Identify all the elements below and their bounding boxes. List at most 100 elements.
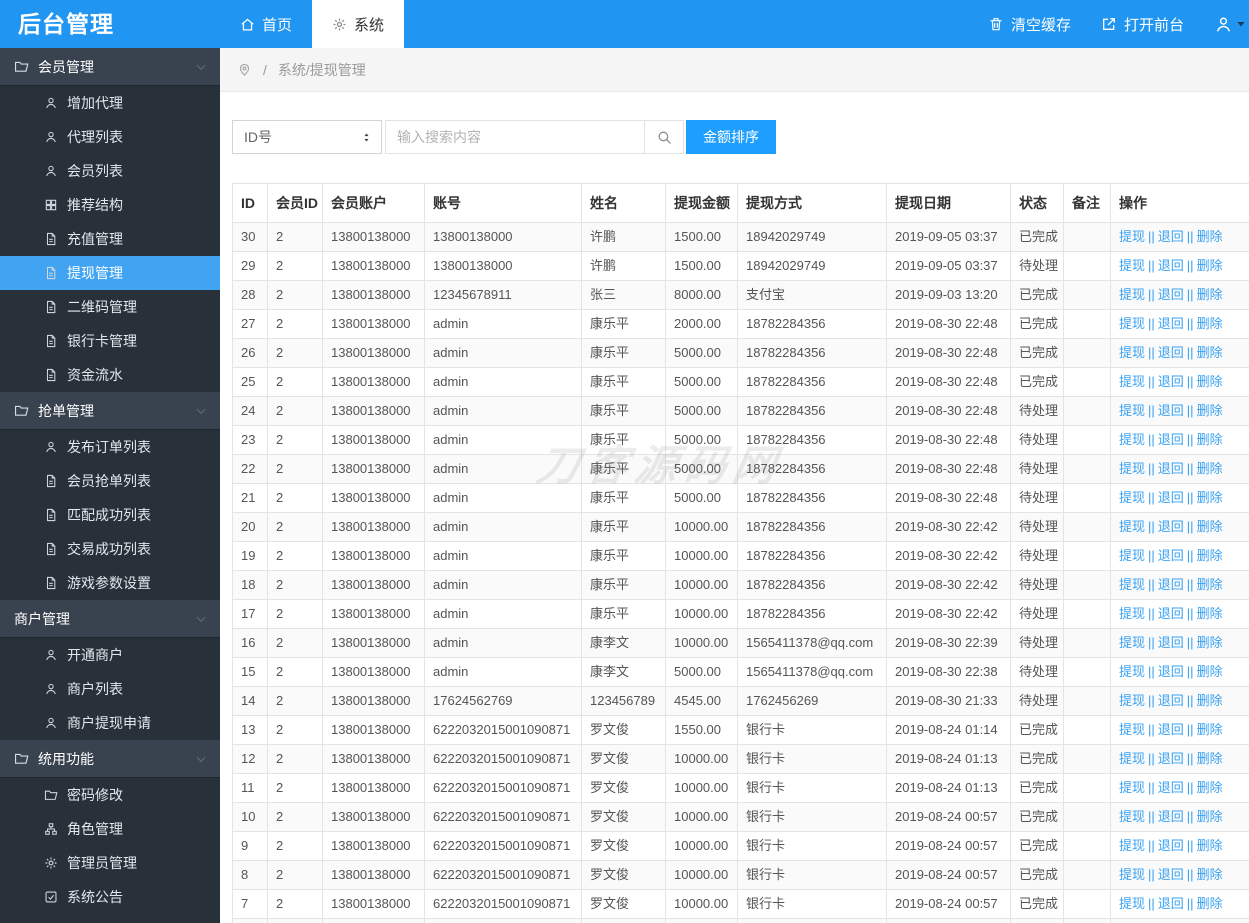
op-delete-link[interactable]: 删除 — [1197, 635, 1223, 650]
op-withdraw-link[interactable]: 提现 — [1119, 345, 1145, 360]
sidebar-item-referral-structure[interactable]: 推荐结构 — [0, 188, 220, 222]
op-withdraw-link[interactable]: 提现 — [1119, 229, 1145, 244]
op-delete-link[interactable]: 删除 — [1197, 780, 1223, 795]
sidebar-item-withdraw-management[interactable]: 提现管理 — [0, 256, 220, 290]
op-withdraw-link[interactable]: 提现 — [1119, 403, 1145, 418]
op-delete-link[interactable]: 删除 — [1197, 490, 1223, 505]
sidebar-item-open-merchant[interactable]: 开通商户 — [0, 638, 220, 672]
op-return-link[interactable]: 退回 — [1158, 635, 1184, 650]
sidebar-item-admin-management[interactable]: 管理员管理 — [0, 846, 220, 880]
sidebar-item-bankcard-management[interactable]: 银行卡管理 — [0, 324, 220, 358]
op-return-link[interactable]: 退回 — [1158, 287, 1184, 302]
op-withdraw-link[interactable]: 提现 — [1119, 519, 1145, 534]
op-return-link[interactable]: 退回 — [1158, 258, 1184, 273]
sidebar-item-system-notice[interactable]: 系统公告 — [0, 880, 220, 914]
op-return-link[interactable]: 退回 — [1158, 838, 1184, 853]
sidebar-item-add-agent[interactable]: 增加代理 — [0, 86, 220, 120]
op-delete-link[interactable]: 删除 — [1197, 229, 1223, 244]
op-return-link[interactable]: 退回 — [1158, 664, 1184, 679]
op-delete-link[interactable]: 删除 — [1197, 838, 1223, 853]
op-delete-link[interactable]: 删除 — [1197, 316, 1223, 331]
op-delete-link[interactable]: 删除 — [1197, 606, 1223, 621]
search-input[interactable] — [385, 120, 645, 154]
op-withdraw-link[interactable]: 提现 — [1119, 287, 1145, 302]
op-delete-link[interactable]: 删除 — [1197, 519, 1223, 534]
op-return-link[interactable]: 退回 — [1158, 461, 1184, 476]
op-withdraw-link[interactable]: 提现 — [1119, 867, 1145, 882]
amount-sort-button[interactable]: 金额排序 — [686, 120, 776, 154]
op-return-link[interactable]: 退回 — [1158, 606, 1184, 621]
op-withdraw-link[interactable]: 提现 — [1119, 896, 1145, 911]
op-return-link[interactable]: 退回 — [1158, 374, 1184, 389]
op-return-link[interactable]: 退回 — [1158, 229, 1184, 244]
sidebar-section-member-management[interactable]: 会员管理 — [0, 48, 220, 86]
tab-system[interactable]: 系统 — [312, 0, 404, 48]
op-return-link[interactable]: 退回 — [1158, 809, 1184, 824]
sidebar-item-role-management[interactable]: 角色管理 — [0, 812, 220, 846]
op-delete-link[interactable]: 删除 — [1197, 664, 1223, 679]
tab-home[interactable]: 首页 — [220, 0, 312, 48]
op-delete-link[interactable]: 删除 — [1197, 461, 1223, 476]
sidebar-section-order-grab-management[interactable]: 抢单管理 — [0, 392, 220, 430]
op-return-link[interactable]: 退回 — [1158, 867, 1184, 882]
sidebar-item-publish-order-list[interactable]: 发布订单列表 — [0, 430, 220, 464]
sidebar-item-agent-list[interactable]: 代理列表 — [0, 120, 220, 154]
sidebar-item-trade-success-list[interactable]: 交易成功列表 — [0, 532, 220, 566]
op-delete-link[interactable]: 删除 — [1197, 809, 1223, 824]
op-delete-link[interactable]: 删除 — [1197, 287, 1223, 302]
op-withdraw-link[interactable]: 提现 — [1119, 838, 1145, 853]
op-return-link[interactable]: 退回 — [1158, 780, 1184, 795]
op-delete-link[interactable]: 删除 — [1197, 374, 1223, 389]
sidebar-item-qrcode-management[interactable]: 二维码管理 — [0, 290, 220, 324]
op-withdraw-link[interactable]: 提现 — [1119, 722, 1145, 737]
sidebar-section-merchant-management[interactable]: 商户管理 — [0, 600, 220, 638]
op-return-link[interactable]: 退回 — [1158, 316, 1184, 331]
op-return-link[interactable]: 退回 — [1158, 519, 1184, 534]
op-return-link[interactable]: 退回 — [1158, 722, 1184, 737]
op-delete-link[interactable]: 删除 — [1197, 693, 1223, 708]
op-withdraw-link[interactable]: 提现 — [1119, 635, 1145, 650]
op-withdraw-link[interactable]: 提现 — [1119, 374, 1145, 389]
op-withdraw-link[interactable]: 提现 — [1119, 606, 1145, 621]
user-menu[interactable] — [1214, 15, 1247, 34]
op-return-link[interactable]: 退回 — [1158, 548, 1184, 563]
op-withdraw-link[interactable]: 提现 — [1119, 258, 1145, 273]
op-delete-link[interactable]: 删除 — [1197, 751, 1223, 766]
op-delete-link[interactable]: 删除 — [1197, 722, 1223, 737]
op-return-link[interactable]: 退回 — [1158, 896, 1184, 911]
open-frontend-button[interactable]: 打开前台 — [1101, 14, 1184, 35]
op-withdraw-link[interactable]: 提现 — [1119, 664, 1145, 679]
op-withdraw-link[interactable]: 提现 — [1119, 316, 1145, 331]
op-delete-link[interactable]: 删除 — [1197, 548, 1223, 563]
sidebar-item-recharge-management[interactable]: 充值管理 — [0, 222, 220, 256]
sidebar-item-match-success-list[interactable]: 匹配成功列表 — [0, 498, 220, 532]
sidebar-item-merchant-list[interactable]: 商户列表 — [0, 672, 220, 706]
op-return-link[interactable]: 退回 — [1158, 432, 1184, 447]
op-withdraw-link[interactable]: 提现 — [1119, 809, 1145, 824]
sidebar-item-merchant-withdraw-request[interactable]: 商户提现申请 — [0, 706, 220, 740]
op-delete-link[interactable]: 删除 — [1197, 403, 1223, 418]
op-withdraw-link[interactable]: 提现 — [1119, 780, 1145, 795]
sidebar-item-password-change[interactable]: 密码修改 — [0, 778, 220, 812]
op-return-link[interactable]: 退回 — [1158, 403, 1184, 418]
op-withdraw-link[interactable]: 提现 — [1119, 693, 1145, 708]
op-return-link[interactable]: 退回 — [1158, 577, 1184, 592]
op-withdraw-link[interactable]: 提现 — [1119, 577, 1145, 592]
sidebar-item-game-params-settings[interactable]: 游戏参数设置 — [0, 566, 220, 600]
sidebar-item-member-grab-list[interactable]: 会员抢单列表 — [0, 464, 220, 498]
op-delete-link[interactable]: 删除 — [1197, 258, 1223, 273]
op-delete-link[interactable]: 删除 — [1197, 577, 1223, 592]
sidebar-item-member-list[interactable]: 会员列表 — [0, 154, 220, 188]
op-return-link[interactable]: 退回 — [1158, 345, 1184, 360]
op-withdraw-link[interactable]: 提现 — [1119, 751, 1145, 766]
clear-cache-button[interactable]: 清空缓存 — [988, 14, 1071, 35]
op-delete-link[interactable]: 删除 — [1197, 432, 1223, 447]
op-withdraw-link[interactable]: 提现 — [1119, 461, 1145, 476]
search-filter-select[interactable]: ID号 — [232, 120, 382, 154]
op-delete-link[interactable]: 删除 — [1197, 896, 1223, 911]
op-withdraw-link[interactable]: 提现 — [1119, 432, 1145, 447]
op-withdraw-link[interactable]: 提现 — [1119, 548, 1145, 563]
op-delete-link[interactable]: 删除 — [1197, 867, 1223, 882]
op-delete-link[interactable]: 删除 — [1197, 345, 1223, 360]
op-withdraw-link[interactable]: 提现 — [1119, 490, 1145, 505]
